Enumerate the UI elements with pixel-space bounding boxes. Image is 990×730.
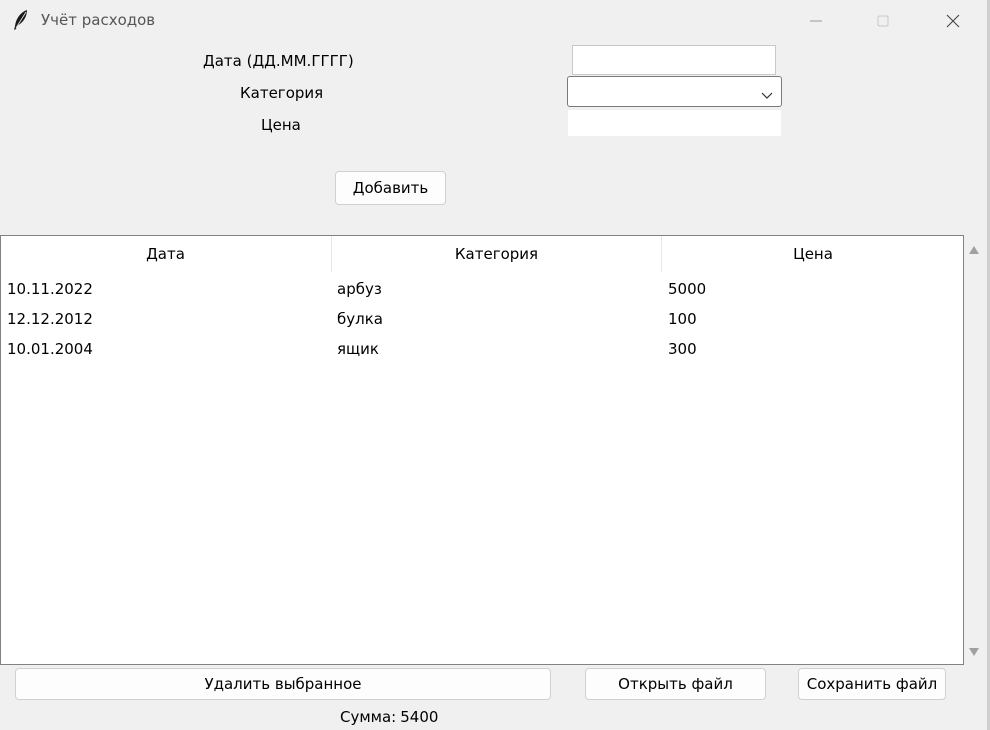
column-header-category[interactable]: Категория bbox=[331, 236, 661, 272]
scroll-down-icon[interactable] bbox=[968, 645, 980, 661]
date-field[interactable] bbox=[572, 45, 776, 75]
total-label: Сумма: bbox=[340, 708, 397, 726]
expenses-table[interactable]: Дата Категория Цена 10.11.2022 арбуз 500… bbox=[0, 235, 964, 665]
price-label: Цена bbox=[261, 116, 301, 134]
title-bar: Учёт расходов bbox=[0, 0, 990, 42]
maximize-button[interactable] bbox=[860, 0, 906, 42]
scroll-up-icon[interactable] bbox=[968, 243, 980, 259]
feather-icon bbox=[12, 9, 30, 31]
maximize-icon bbox=[877, 15, 889, 27]
column-header-price[interactable]: Цена bbox=[661, 236, 964, 272]
minimize-button[interactable] bbox=[793, 0, 839, 42]
table-row[interactable]: 10.01.2004 ящик 300 bbox=[1, 334, 963, 364]
price-field[interactable] bbox=[567, 109, 782, 137]
close-button[interactable] bbox=[930, 0, 976, 42]
cell-price: 300 bbox=[668, 340, 697, 358]
table-body: 10.11.2022 арбуз 5000 12.12.2012 булка 1… bbox=[1, 274, 963, 364]
column-header-date[interactable]: Дата bbox=[1, 236, 330, 272]
close-icon bbox=[946, 14, 960, 28]
cell-price: 100 bbox=[668, 310, 697, 328]
cell-category: ящик bbox=[337, 340, 379, 358]
delete-selected-button[interactable]: Удалить выбранное bbox=[15, 668, 551, 700]
vertical-scrollbar[interactable] bbox=[964, 235, 984, 665]
table-row[interactable]: 12.12.2012 булка 100 bbox=[1, 304, 963, 334]
total-sum: Сумма: 5400 bbox=[340, 708, 438, 726]
date-label: Дата (ДД.ММ.ГГГГ) bbox=[203, 52, 354, 70]
table-row[interactable]: 10.11.2022 арбуз 5000 bbox=[1, 274, 963, 304]
total-value: 5400 bbox=[400, 708, 439, 726]
open-file-button[interactable]: Открыть файл bbox=[585, 668, 766, 700]
cell-date: 10.01.2004 bbox=[7, 340, 93, 358]
add-button[interactable]: Добавить bbox=[335, 171, 446, 205]
cell-date: 12.12.2012 bbox=[7, 310, 93, 328]
cell-price: 5000 bbox=[668, 280, 707, 298]
chevron-down-icon[interactable] bbox=[761, 88, 773, 104]
minimize-icon bbox=[810, 20, 822, 22]
category-combobox[interactable] bbox=[567, 76, 782, 107]
cell-date: 10.11.2022 bbox=[7, 280, 93, 298]
cell-category: арбуз bbox=[337, 280, 382, 298]
category-label: Категория bbox=[240, 84, 324, 102]
table-header: Дата Категория Цена bbox=[1, 236, 963, 272]
window-title: Учёт расходов bbox=[41, 11, 156, 29]
save-file-button[interactable]: Сохранить файл bbox=[798, 668, 946, 700]
cell-category: булка bbox=[337, 310, 383, 328]
